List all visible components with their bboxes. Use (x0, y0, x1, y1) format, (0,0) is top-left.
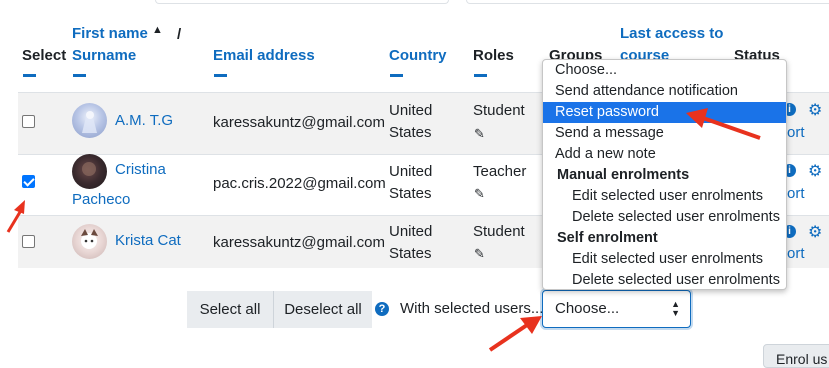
pencil-icon[interactable]: ✎ (474, 126, 485, 142)
user-role: Student (473, 223, 525, 240)
enrol-users-button[interactable]: Enrol us (763, 344, 829, 368)
gear-icon[interactable]: ⚙ (808, 222, 822, 242)
optgroup-self-enrolment: Self enrolment (557, 230, 658, 246)
user-name-link[interactable]: A.M. T.G (115, 110, 173, 132)
option-self-edit-enrolments[interactable]: Edit selected user enrolments (543, 249, 786, 270)
user-name-link[interactable]: Cristina (115, 159, 166, 181)
sort-country-link[interactable]: Country (389, 45, 447, 67)
option-self-delete-enrolments[interactable]: Delete selected user enrolments (543, 270, 786, 291)
sort-ascending-icon: ▲ (152, 24, 163, 36)
user-role: Teacher (473, 163, 527, 180)
top-container-edge (155, 0, 449, 4)
select-arrows-icon: ▲ ▼ (671, 299, 680, 318)
pencil-icon[interactable]: ✎ (474, 186, 485, 202)
header-slash: / (177, 26, 182, 43)
sort-surname-link[interactable]: Surname (72, 45, 136, 67)
top-container-edge (466, 0, 829, 4)
user-country: United (389, 102, 433, 119)
with-selected-label: With selected users... (400, 300, 544, 317)
row-select-checkbox[interactable] (22, 175, 35, 188)
option-manual-edit-enrolments[interactable]: Edit selected user enrolments (543, 186, 786, 207)
select-all-button[interactable]: Select all (187, 291, 273, 328)
user-country-line2: States (389, 245, 432, 262)
country-collapse-icon[interactable] (390, 74, 403, 77)
user-email: karessakuntz@gmail.com (213, 234, 385, 251)
option-choose[interactable]: Choose... (543, 60, 786, 81)
status-link-partial[interactable]: ort (787, 122, 805, 144)
user-email: karessakuntz@gmail.com (213, 114, 385, 131)
optgroup-manual-enrolments: Manual enrolments (557, 167, 690, 183)
avatar-image (81, 229, 98, 249)
roles-collapse-icon[interactable] (474, 74, 487, 77)
avatar-image (82, 111, 97, 133)
header-roles: Roles (473, 47, 514, 64)
status-link-partial[interactable]: ort (787, 183, 805, 205)
gear-icon[interactable]: ⚙ (808, 100, 822, 120)
help-icon[interactable]: ? (375, 302, 389, 316)
user-country: United (389, 163, 433, 180)
bulk-action-dropdown-list: Choose... Send attendance notification R… (542, 59, 787, 290)
pencil-icon[interactable]: ✎ (474, 246, 485, 262)
option-reset-password[interactable]: Reset password (543, 102, 786, 123)
name-collapse-icon[interactable] (73, 74, 86, 77)
user-avatar[interactable] (72, 103, 107, 138)
status-link-partial[interactable]: ort (787, 243, 805, 265)
bulk-action-select[interactable]: Choose... ▲ ▼ (542, 290, 691, 328)
user-country: United (389, 223, 433, 240)
select-collapse-icon[interactable] (23, 74, 36, 77)
user-avatar[interactable] (72, 224, 107, 259)
option-add-note[interactable]: Add a new note (543, 144, 786, 165)
option-send-message[interactable]: Send a message (543, 123, 786, 144)
user-email: pac.cris.2022@gmail.com (213, 175, 386, 192)
row-select-checkbox[interactable] (22, 115, 35, 128)
arrow-to-select (488, 316, 542, 352)
user-role: Student (473, 102, 525, 119)
option-send-attendance-notification[interactable]: Send attendance notification (543, 81, 786, 102)
gear-icon[interactable]: ⚙ (808, 161, 822, 181)
user-name-link[interactable]: Krista Cat (115, 230, 181, 252)
header-select: Select (22, 47, 67, 64)
bulk-action-select-value: Choose... (555, 300, 620, 317)
deselect-all-button[interactable]: Deselect all (274, 291, 372, 328)
user-name-link-line2[interactable]: Pacheco (72, 189, 130, 211)
sort-email-link[interactable]: Email address (213, 45, 315, 67)
sort-first-name-link[interactable]: First name (72, 23, 148, 45)
email-collapse-icon[interactable] (214, 74, 227, 77)
sort-last-access-link[interactable]: Last access to (620, 23, 723, 45)
row-select-checkbox[interactable] (22, 235, 35, 248)
option-manual-delete-enrolments[interactable]: Delete selected user enrolments (543, 207, 786, 228)
user-avatar[interactable] (72, 154, 107, 189)
user-country-line2: States (389, 124, 432, 141)
avatar-image (82, 162, 96, 176)
user-country-line2: States (389, 185, 432, 202)
